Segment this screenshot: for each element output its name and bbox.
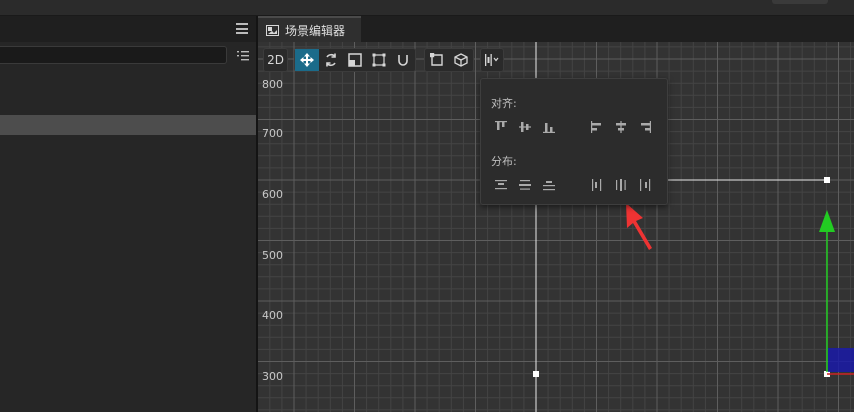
scene-tab-label: 场景编辑器 <box>285 23 346 38</box>
move-tool-button[interactable] <box>295 49 319 71</box>
distribute-left-icon[interactable] <box>589 177 605 193</box>
align-hcenter-icon[interactable] <box>613 119 629 135</box>
distribute-icon-row <box>493 177 663 193</box>
top-bar <box>0 0 854 16</box>
distribute-top-icon[interactable] <box>493 177 509 193</box>
align-icon-row <box>493 119 663 135</box>
rotate-tool-icon <box>326 53 336 67</box>
distribute-vcenter-icon[interactable] <box>517 177 533 193</box>
snap-tool-button[interactable] <box>391 49 415 71</box>
scene-editor-panel: 场景编辑器 800 700 600 500 400 300 2D 对齐: 分布: <box>258 16 854 412</box>
cube-3d-icon <box>454 53 468 67</box>
align-vcenter-icon[interactable] <box>517 119 533 135</box>
gizmo-plane-box[interactable] <box>828 348 854 372</box>
hierarchy-tree <box>0 72 256 412</box>
align-menu-group <box>480 48 504 72</box>
align-distribute-icon <box>485 54 499 66</box>
extra-tools-group <box>424 48 474 72</box>
distribute-bottom-icon[interactable] <box>541 177 557 193</box>
scene-tab-strip: 场景编辑器 <box>258 16 854 42</box>
hamburger-menu-icon[interactable] <box>236 23 248 34</box>
y-axis-label: 600 <box>262 188 283 201</box>
align-section-title: 对齐: <box>491 97 517 110</box>
hierarchy-panel <box>0 16 256 412</box>
y-axis-label: 500 <box>262 249 283 262</box>
y-axis-label: 800 <box>262 78 283 91</box>
toolbar-2d-group: 2D <box>263 48 288 72</box>
align-left-icon[interactable] <box>589 119 605 135</box>
rotate-tool-button[interactable] <box>319 49 343 71</box>
anchor-rect-icon <box>430 53 443 66</box>
rect-handle-bottom-left[interactable] <box>533 371 539 377</box>
hierarchy-tab-strip <box>0 16 256 42</box>
annotation-arrow-icon <box>626 203 652 250</box>
distribute-right-icon[interactable] <box>637 177 653 193</box>
hierarchy-search-row <box>0 44 256 68</box>
top-bar-button[interactable] <box>772 0 828 4</box>
align-menu-button[interactable] <box>481 49 503 71</box>
rect-tool-icon <box>372 53 386 67</box>
scene-image-icon <box>266 24 279 36</box>
move-tool-icon <box>300 53 314 67</box>
distribute-hcenter-icon[interactable] <box>613 177 629 193</box>
sort-list-icon[interactable] <box>237 50 249 62</box>
scale-tool-icon <box>348 53 362 67</box>
tree-row-selected[interactable] <box>0 115 256 135</box>
align-top-icon[interactable] <box>493 119 509 135</box>
gizmo-y-arrow-icon[interactable] <box>819 210 835 232</box>
magnet-snap-icon <box>398 55 408 66</box>
tab-scene-editor[interactable]: 场景编辑器 <box>258 16 361 42</box>
mode-2d-button[interactable]: 2D <box>264 49 287 71</box>
hierarchy-search-input[interactable] <box>0 46 227 64</box>
align-bottom-icon[interactable] <box>541 119 557 135</box>
rect-handle-top-right[interactable] <box>824 177 830 183</box>
align-right-icon[interactable] <box>637 119 653 135</box>
y-axis-label: 700 <box>262 127 283 140</box>
rect-tool-button[interactable] <box>367 49 391 71</box>
transform-tools-group <box>294 48 416 72</box>
cube-3d-button[interactable] <box>449 49 473 71</box>
distribute-section-title: 分布: <box>491 155 517 168</box>
scale-tool-button[interactable] <box>343 49 367 71</box>
anchor-rect-button[interactable] <box>425 49 449 71</box>
y-axis-label: 400 <box>262 309 283 322</box>
align-popup: 对齐: 分布: <box>480 78 668 205</box>
y-axis-label: 300 <box>262 370 283 383</box>
